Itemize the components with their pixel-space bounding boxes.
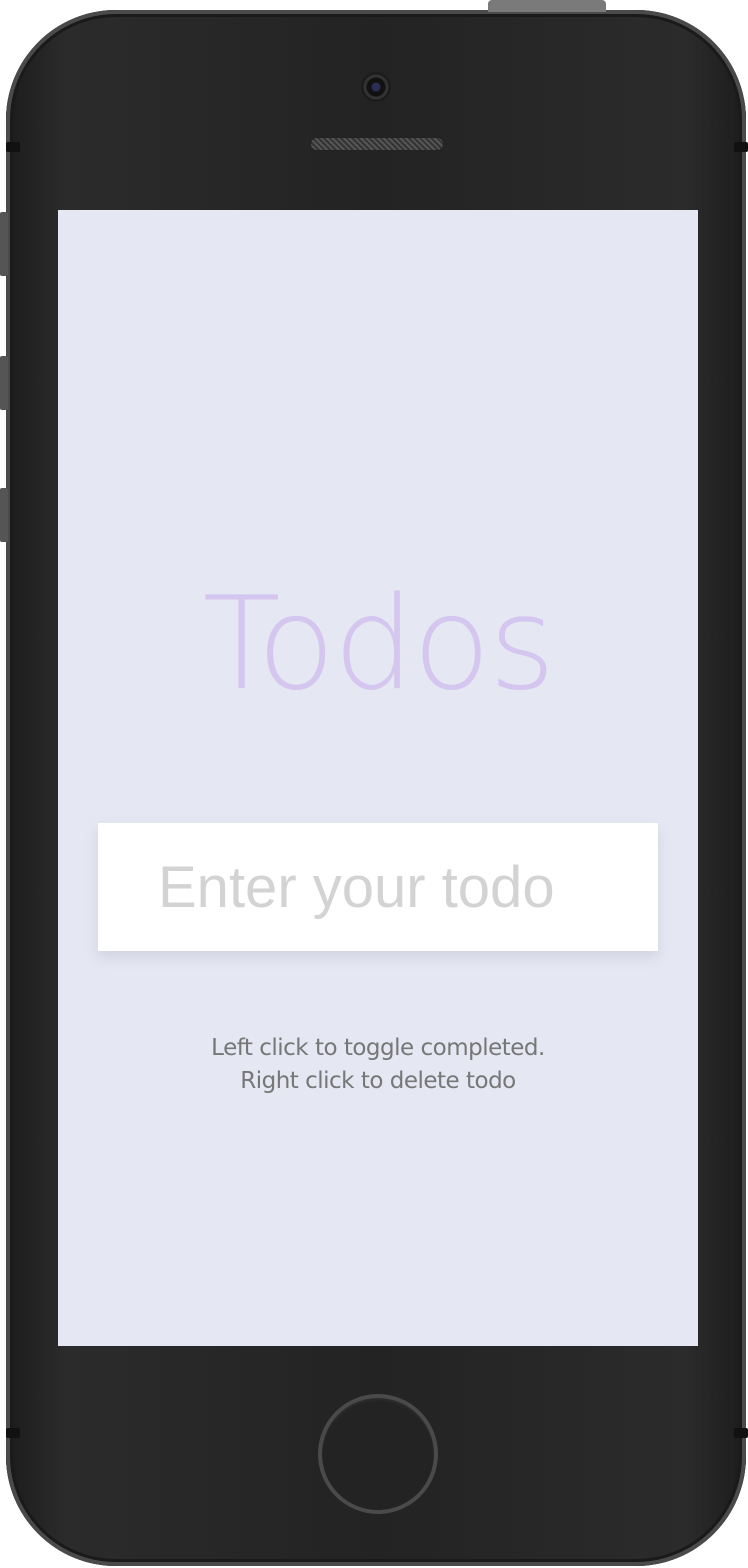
speaker-grille-icon — [310, 137, 444, 151]
mute-switch — [0, 212, 8, 276]
camera-icon — [361, 72, 391, 102]
app-title: Todos — [202, 570, 556, 719]
home-button-icon[interactable] — [318, 1394, 438, 1514]
app-screen: Todos Left click to toggle completed. Ri… — [58, 210, 698, 1346]
usage-instructions: Left click to toggle completed. Right cl… — [58, 1032, 698, 1098]
antenna-line — [6, 142, 20, 152]
antenna-line — [734, 1428, 748, 1438]
todo-input[interactable] — [98, 823, 658, 951]
volume-up-button — [0, 356, 8, 410]
instruction-delete: Right click to delete todo — [240, 1068, 516, 1094]
antenna-line — [6, 1428, 20, 1438]
instruction-toggle: Left click to toggle completed. — [211, 1035, 545, 1061]
power-button — [488, 0, 606, 12]
antenna-line — [734, 142, 748, 152]
volume-down-button — [0, 488, 8, 542]
